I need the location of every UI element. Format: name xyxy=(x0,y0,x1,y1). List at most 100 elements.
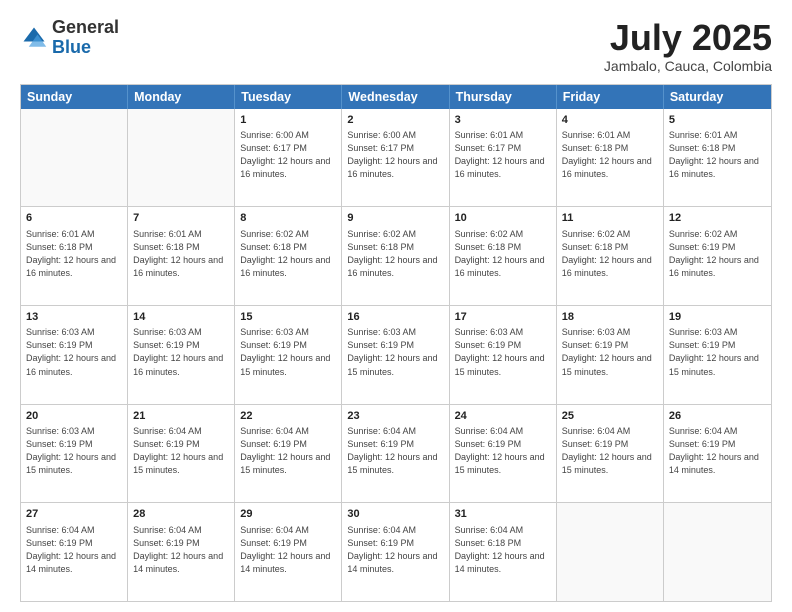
calendar-day-cell: 7Sunrise: 6:01 AMSunset: 6:18 PMDaylight… xyxy=(128,207,235,305)
calendar-day-cell: 15Sunrise: 6:03 AMSunset: 6:19 PMDayligh… xyxy=(235,306,342,404)
logo-blue: Blue xyxy=(52,37,91,57)
calendar-day-cell: 4Sunrise: 6:01 AMSunset: 6:18 PMDaylight… xyxy=(557,109,664,207)
calendar-week-row: 6 Sunrise: 6:01 AMSunset: 6:18 PMDaylight… xyxy=(21,206,771,305)
day-info: Sunrise: 6:04 AMSunset: 6:18 PMDaylight:… xyxy=(455,524,551,576)
day-number: 17 xyxy=(455,310,551,325)
calendar-header: SundayMondayTuesdayWednesdayThursdayFrid… xyxy=(21,85,771,109)
calendar-day-cell: 9 Sunrise: 6:02 AMSunset: 6:18 PMDaylight… xyxy=(342,207,449,305)
calendar-day-cell: 29 Sunrise: 6:04 AMSunset: 6:19 PMDayligh… xyxy=(235,503,342,601)
calendar-day-cell: 18Sunrise: 6:03 AMSunset: 6:19 PMDayligh… xyxy=(557,306,664,404)
day-number: 1 xyxy=(240,113,336,128)
day-info: Sunrise: 6:02 AMSunset: 6:18 PMDaylight:… xyxy=(455,228,551,280)
day-info: Sunrise: 6:04 AMSunset: 6:19 PMDaylight:… xyxy=(133,524,229,576)
page: General Blue July 2025 Jambalo, Cauca, C… xyxy=(0,0,792,612)
day-number: 14 xyxy=(133,310,229,325)
day-info: Sunrise: 6:00 AMSunset: 6:17 PMDaylight:… xyxy=(240,129,336,181)
calendar-day-cell: 13Sunrise: 6:03 AMSunset: 6:19 PMDayligh… xyxy=(21,306,128,404)
day-number: 12 xyxy=(669,211,766,226)
calendar-day-cell: 11 Sunrise: 6:02 AMSunset: 6:18 PMDayligh… xyxy=(557,207,664,305)
calendar-day-cell: 6 Sunrise: 6:01 AMSunset: 6:18 PMDaylight… xyxy=(21,207,128,305)
day-of-week-header: Saturday xyxy=(664,85,771,109)
calendar-day-cell xyxy=(128,109,235,207)
day-number: 25 xyxy=(562,409,658,424)
day-number: 5 xyxy=(669,113,766,128)
day-of-week-header: Thursday xyxy=(450,85,557,109)
day-number: 22 xyxy=(240,409,336,424)
day-number: 11 xyxy=(562,211,658,226)
day-number: 13 xyxy=(26,310,122,325)
day-info: Sunrise: 6:04 AMSunset: 6:19 PMDaylight:… xyxy=(26,524,122,576)
logo-icon xyxy=(20,24,48,52)
day-info: Sunrise: 6:02 AMSunset: 6:19 PMDaylight:… xyxy=(669,228,766,280)
day-info: Sunrise: 6:02 AMSunset: 6:18 PMDaylight:… xyxy=(562,228,658,280)
logo-general: General xyxy=(52,17,119,37)
day-info: Sunrise: 6:04 AMSunset: 6:19 PMDaylight:… xyxy=(562,425,658,477)
calendar-day-cell xyxy=(557,503,664,601)
day-number: 2 xyxy=(347,113,443,128)
day-info: Sunrise: 6:04 AMSunset: 6:19 PMDaylight:… xyxy=(240,425,336,477)
day-info: Sunrise: 6:01 AMSunset: 6:18 PMDaylight:… xyxy=(26,228,122,280)
calendar: SundayMondayTuesdayWednesdayThursdayFrid… xyxy=(20,84,772,602)
day-info: Sunrise: 6:04 AMSunset: 6:19 PMDaylight:… xyxy=(347,425,443,477)
calendar-day-cell: 2Sunrise: 6:00 AMSunset: 6:17 PMDaylight… xyxy=(342,109,449,207)
calendar-day-cell: 28Sunrise: 6:04 AMSunset: 6:19 PMDayligh… xyxy=(128,503,235,601)
day-number: 20 xyxy=(26,409,122,424)
calendar-day-cell: 22Sunrise: 6:04 AMSunset: 6:19 PMDayligh… xyxy=(235,405,342,503)
day-number: 8 xyxy=(240,211,336,226)
calendar-day-cell: 14Sunrise: 6:03 AMSunset: 6:19 PMDayligh… xyxy=(128,306,235,404)
day-info: Sunrise: 6:04 AMSunset: 6:19 PMDaylight:… xyxy=(133,425,229,477)
calendar-day-cell xyxy=(664,503,771,601)
calendar-day-cell: 21Sunrise: 6:04 AMSunset: 6:19 PMDayligh… xyxy=(128,405,235,503)
day-info: Sunrise: 6:02 AMSunset: 6:18 PMDaylight:… xyxy=(240,228,336,280)
calendar-day-cell: 20Sunrise: 6:03 AMSunset: 6:19 PMDayligh… xyxy=(21,405,128,503)
day-number: 31 xyxy=(455,507,551,522)
calendar-day-cell: 25Sunrise: 6:04 AMSunset: 6:19 PMDayligh… xyxy=(557,405,664,503)
logo: General Blue xyxy=(20,18,119,58)
day-number: 6 xyxy=(26,211,122,226)
logo-text: General Blue xyxy=(52,18,119,58)
calendar-day-cell: 3Sunrise: 6:01 AMSunset: 6:17 PMDaylight… xyxy=(450,109,557,207)
day-of-week-header: Monday xyxy=(128,85,235,109)
calendar-day-cell: 23Sunrise: 6:04 AMSunset: 6:19 PMDayligh… xyxy=(342,405,449,503)
title-block: July 2025 Jambalo, Cauca, Colombia xyxy=(604,18,772,74)
month-title: July 2025 xyxy=(604,18,772,58)
day-number: 21 xyxy=(133,409,229,424)
day-info: Sunrise: 6:01 AMSunset: 6:18 PMDaylight:… xyxy=(562,129,658,181)
day-info: Sunrise: 6:01 AMSunset: 6:18 PMDaylight:… xyxy=(669,129,766,181)
day-info: Sunrise: 6:03 AMSunset: 6:19 PMDaylight:… xyxy=(26,326,122,378)
day-number: 23 xyxy=(347,409,443,424)
calendar-day-cell: 10 Sunrise: 6:02 AMSunset: 6:18 PMDayligh… xyxy=(450,207,557,305)
day-of-week-header: Sunday xyxy=(21,85,128,109)
day-number: 16 xyxy=(347,310,443,325)
day-info: Sunrise: 6:03 AMSunset: 6:19 PMDaylight:… xyxy=(455,326,551,378)
day-of-week-header: Friday xyxy=(557,85,664,109)
day-number: 30 xyxy=(347,507,443,522)
calendar-day-cell: 8 Sunrise: 6:02 AMSunset: 6:18 PMDaylight… xyxy=(235,207,342,305)
day-info: Sunrise: 6:01 AMSunset: 6:18 PMDaylight:… xyxy=(133,228,229,280)
calendar-day-cell: 1Sunrise: 6:00 AMSunset: 6:17 PMDaylight… xyxy=(235,109,342,207)
day-info: Sunrise: 6:04 AMSunset: 6:19 PMDaylight:… xyxy=(240,524,336,576)
day-info: Sunrise: 6:00 AMSunset: 6:17 PMDaylight:… xyxy=(347,129,443,181)
calendar-day-cell: 19Sunrise: 6:03 AMSunset: 6:19 PMDayligh… xyxy=(664,306,771,404)
day-info: Sunrise: 6:04 AMSunset: 6:19 PMDaylight:… xyxy=(669,425,766,477)
day-number: 24 xyxy=(455,409,551,424)
day-info: Sunrise: 6:03 AMSunset: 6:19 PMDaylight:… xyxy=(133,326,229,378)
day-number: 27 xyxy=(26,507,122,522)
calendar-body: 1Sunrise: 6:00 AMSunset: 6:17 PMDaylight… xyxy=(21,109,771,601)
day-info: Sunrise: 6:01 AMSunset: 6:17 PMDaylight:… xyxy=(455,129,551,181)
calendar-day-cell: 27 Sunrise: 6:04 AMSunset: 6:19 PMDayligh… xyxy=(21,503,128,601)
day-number: 9 xyxy=(347,211,443,226)
calendar-week-row: 20Sunrise: 6:03 AMSunset: 6:19 PMDayligh… xyxy=(21,404,771,503)
calendar-day-cell: 16Sunrise: 6:03 AMSunset: 6:19 PMDayligh… xyxy=(342,306,449,404)
calendar-day-cell: 5Sunrise: 6:01 AMSunset: 6:18 PMDaylight… xyxy=(664,109,771,207)
day-number: 26 xyxy=(669,409,766,424)
day-info: Sunrise: 6:02 AMSunset: 6:18 PMDaylight:… xyxy=(347,228,443,280)
calendar-day-cell: 31 Sunrise: 6:04 AMSunset: 6:18 PMDayligh… xyxy=(450,503,557,601)
day-number: 29 xyxy=(240,507,336,522)
day-info: Sunrise: 6:03 AMSunset: 6:19 PMDaylight:… xyxy=(26,425,122,477)
calendar-day-cell: 12 Sunrise: 6:02 AMSunset: 6:19 PMDayligh… xyxy=(664,207,771,305)
calendar-day-cell: 26Sunrise: 6:04 AMSunset: 6:19 PMDayligh… xyxy=(664,405,771,503)
calendar-day-cell xyxy=(21,109,128,207)
day-number: 10 xyxy=(455,211,551,226)
calendar-day-cell: 17Sunrise: 6:03 AMSunset: 6:19 PMDayligh… xyxy=(450,306,557,404)
